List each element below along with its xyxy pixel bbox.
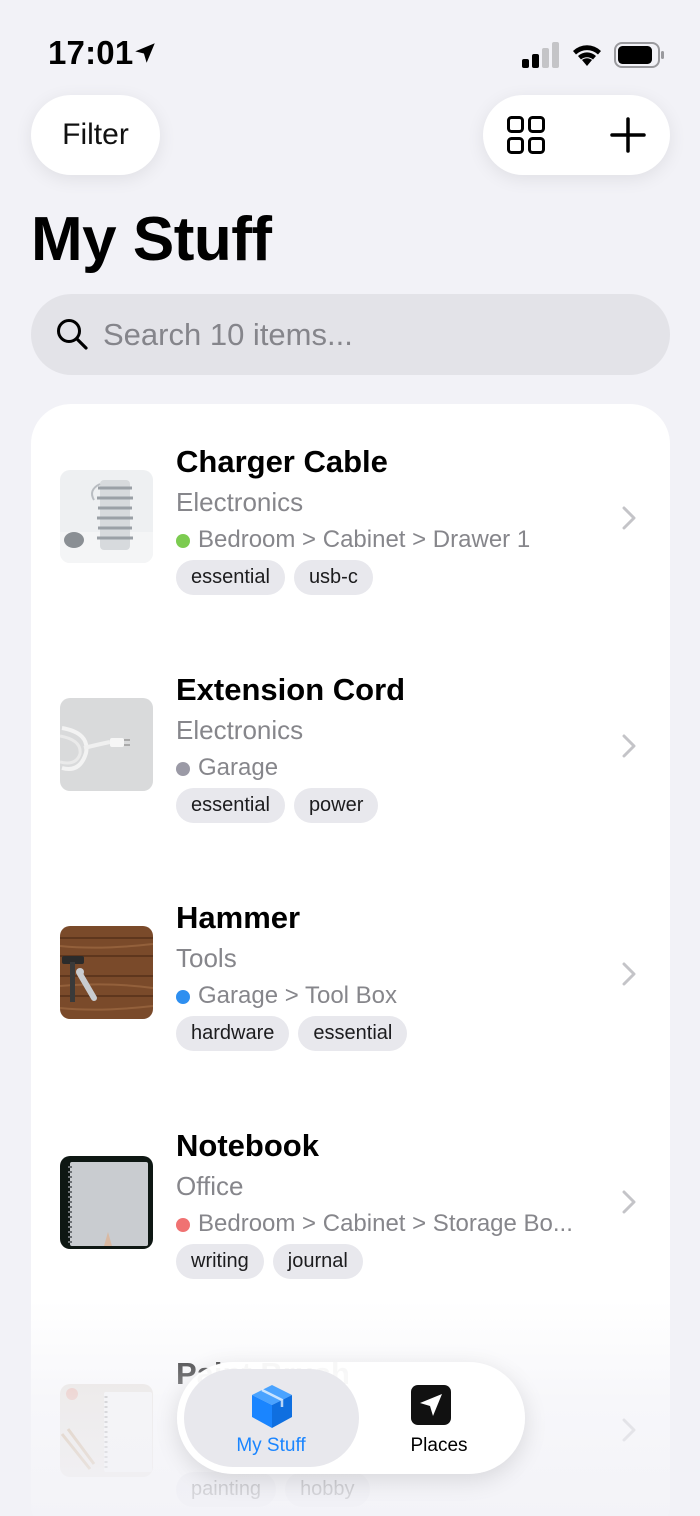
- page-title: My Stuff: [31, 205, 272, 274]
- item-title: Notebook: [176, 1128, 319, 1163]
- item-thumbnail: [60, 1156, 153, 1249]
- tag: journal: [272, 1244, 363, 1279]
- item-tags: painting hobby: [176, 1472, 370, 1507]
- item-tags: writing journal: [176, 1244, 363, 1279]
- location-dot: [176, 1218, 190, 1232]
- add-item-icon[interactable]: [609, 116, 647, 154]
- location-dot: [176, 534, 190, 548]
- tab-my-stuff[interactable]: My Stuff: [184, 1369, 359, 1467]
- tag: hardware: [176, 1016, 290, 1051]
- location-dot: [176, 990, 190, 1004]
- list-item[interactable]: Notebook Office Bedroom > Cabinet > Stor…: [31, 1088, 670, 1316]
- item-tags: hardware essential: [176, 1016, 408, 1051]
- filter-button[interactable]: Filter: [31, 95, 160, 175]
- item-location: Bedroom > Cabinet > Storage Bo...: [176, 1210, 596, 1238]
- item-title: Charger Cable: [176, 444, 388, 479]
- item-location: Garage > Tool Box: [176, 982, 596, 1010]
- tab-label: Places: [410, 1435, 468, 1456]
- item-thumbnail: [60, 1384, 153, 1477]
- search-bar: [31, 294, 670, 375]
- tag: essential: [298, 1016, 408, 1051]
- wifi-icon: [573, 45, 601, 66]
- search-icon: [57, 319, 88, 350]
- item-thumbnail: [60, 926, 153, 1019]
- item-thumbnail: [60, 470, 153, 563]
- item-category: Electronics: [176, 487, 304, 517]
- chevron-right-icon: [622, 734, 636, 758]
- item-category: Office: [176, 1171, 244, 1201]
- list-item[interactable]: Hammer Tools Garage > Tool Box hardware …: [31, 860, 670, 1088]
- tag: hobby: [285, 1472, 370, 1507]
- tab-bar: My Stuff Places: [177, 1362, 525, 1474]
- chevron-right-icon: [622, 506, 636, 530]
- location-arrow-icon: [411, 1385, 451, 1425]
- grid-view-icon[interactable]: [507, 116, 545, 154]
- item-tags: essential power: [176, 788, 379, 823]
- status-bar: 17:01: [0, 0, 700, 110]
- tag: power: [293, 788, 379, 823]
- item-title: Hammer: [176, 900, 301, 935]
- item-location: Garage: [176, 754, 596, 782]
- status-time: 17:01: [48, 34, 134, 71]
- chevron-right-icon: [622, 962, 636, 986]
- item-category: Electronics: [176, 715, 304, 745]
- items-list: Charger Cable Electronics Bedroom > Cabi…: [31, 404, 670, 1516]
- item-location-text: Bedroom > Cabinet > Storage Bo...: [198, 1210, 573, 1237]
- tag: usb-c: [293, 560, 373, 595]
- location-services-icon: [135, 43, 155, 63]
- item-location: Bedroom > Cabinet > Drawer 1: [176, 526, 596, 554]
- toolbar-button-group: [483, 95, 670, 175]
- tag: writing: [176, 1244, 264, 1279]
- list-item[interactable]: Charger Cable Electronics Bedroom > Cabi…: [31, 404, 670, 632]
- chevron-right-icon: [622, 1418, 636, 1442]
- location-dot: [176, 762, 190, 776]
- battery-icon: [614, 42, 664, 68]
- search-input[interactable]: [103, 294, 643, 375]
- list-item[interactable]: Extension Cord Electronics Garage essent…: [31, 632, 670, 860]
- tab-places[interactable]: Places: [359, 1369, 519, 1467]
- chevron-right-icon: [622, 1190, 636, 1214]
- item-title: Extension Cord: [176, 672, 406, 707]
- tag: essential: [176, 788, 285, 823]
- item-location-text: Bedroom > Cabinet > Drawer 1: [198, 526, 531, 553]
- tab-label: My Stuff: [236, 1435, 306, 1456]
- tag: essential: [176, 560, 285, 595]
- item-location-text: Garage: [198, 754, 279, 781]
- cube-icon: [252, 1385, 292, 1428]
- tag: painting: [176, 1472, 277, 1507]
- item-tags: essential usb-c: [176, 560, 373, 595]
- cellular-signal-icon: [522, 42, 559, 68]
- item-location-text: Garage > Tool Box: [198, 982, 398, 1009]
- item-category: Tools: [176, 943, 237, 973]
- item-thumbnail: [60, 698, 153, 791]
